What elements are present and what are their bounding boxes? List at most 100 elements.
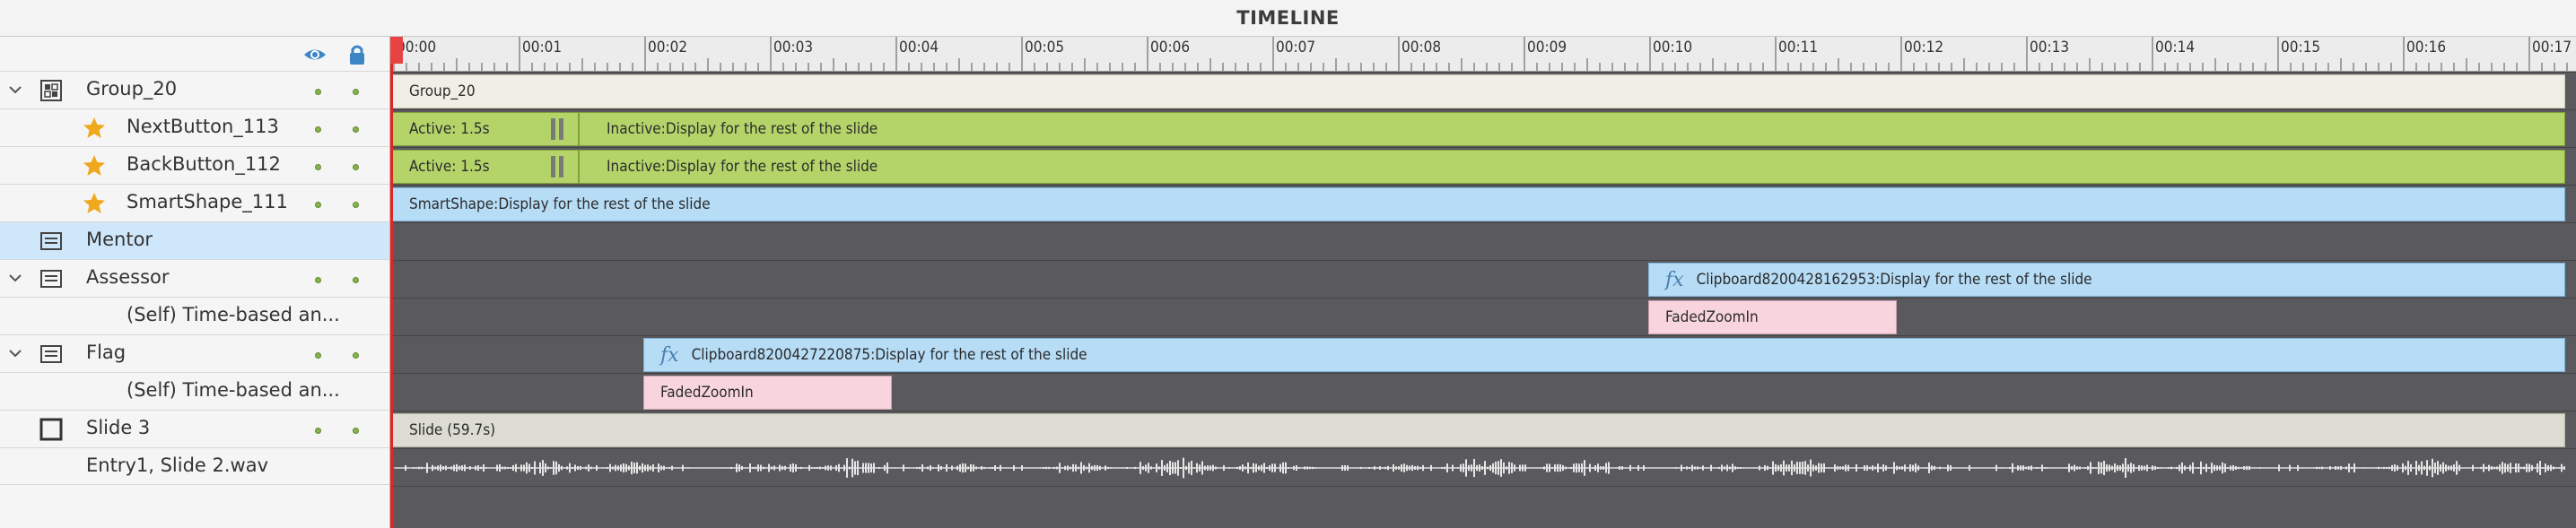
layer-row-smartshape-111[interactable]: SmartShape_111 — [0, 184, 389, 221]
layer-row-assessor[interactable]: Assessor — [0, 259, 389, 297]
layer-list-panel: Group_20 NextButton_113 BackButton_112 S… — [0, 37, 390, 528]
audio-waveform[interactable] — [390, 449, 2576, 487]
visibility-dot[interactable] — [315, 89, 321, 95]
lock-dot[interactable] — [353, 277, 359, 283]
visibility-dot[interactable] — [315, 164, 321, 170]
visibility-dot[interactable] — [315, 352, 321, 359]
chevron-down-icon[interactable] — [7, 82, 23, 98]
group-icon — [40, 80, 62, 101]
timeline-bar-flag[interactable]: fx Clipboard8200427220875:Display for th… — [643, 338, 2565, 372]
visibility-dot[interactable] — [315, 126, 321, 133]
ruler-ticks — [393, 37, 2568, 71]
star-icon — [83, 193, 105, 213]
star-icon — [83, 117, 105, 138]
track-backbutton-112: Active: 1.5s Inactive:Display for the re… — [390, 147, 2576, 185]
bar-inactive-label: Inactive:Display for the rest of the sli… — [607, 120, 878, 138]
ruler-tick-label: 00:13 — [2030, 39, 2070, 56]
lock-dot[interactable] — [353, 126, 359, 133]
track-mentor — [390, 222, 2576, 260]
panel-title-bar: TIMELINE — [0, 0, 2576, 37]
slide-object-icon — [40, 345, 62, 363]
fx-icon: fx — [660, 343, 679, 367]
bar-label: Group_20 — [409, 82, 476, 100]
pause-marker-icon[interactable] — [551, 156, 563, 177]
ruler-tick-label: 00:17 — [2532, 39, 2572, 56]
playhead-handle[interactable] — [390, 37, 403, 64]
layer-label: (Self) Time-based an... — [127, 304, 340, 325]
track-slide-3: Slide (59.7s) — [390, 411, 2576, 448]
layer-row-backbutton-112[interactable]: BackButton_112 — [0, 146, 389, 184]
bar-label: FadedZoomIn — [1665, 308, 1759, 326]
ruler-tick-label: 00:05 — [1025, 39, 1065, 56]
bar-label: Clipboard8200428162953:Display for the r… — [1696, 271, 2092, 289]
layer-row-mentor[interactable]: Mentor — [0, 221, 389, 259]
track-assessor-self: FadedZoomIn — [390, 298, 2576, 335]
ruler-tick-label: 00:01 — [522, 39, 563, 56]
timeline-bar-nextbutton[interactable]: Active: 1.5s Inactive:Display for the re… — [392, 112, 2565, 146]
ruler-tick-label: 00:04 — [899, 39, 939, 56]
lock-dot[interactable] — [353, 352, 359, 359]
track-smartshape-111: SmartShape:Display for the rest of the s… — [390, 185, 2576, 222]
chevron-down-icon[interactable] — [7, 345, 23, 361]
star-icon — [83, 155, 105, 176]
ruler-tick-label: 00:08 — [1402, 39, 1442, 56]
visibility-dot[interactable] — [315, 202, 321, 208]
timeline-bar-group[interactable]: Group_20 — [392, 74, 2565, 108]
ruler-tick-label: 00:11 — [1778, 39, 1819, 56]
layer-row-nextbutton-113[interactable]: NextButton_113 — [0, 108, 389, 146]
lock-dot[interactable] — [353, 164, 359, 170]
chevron-down-icon[interactable] — [7, 270, 23, 286]
bar-active-label: Active: 1.5s — [409, 158, 490, 176]
fx-icon: fx — [1665, 268, 1684, 291]
ruler-tick-label: 00:12 — [1904, 39, 1944, 56]
eye-icon[interactable] — [302, 44, 327, 65]
layer-row-assessor-self[interactable]: (Self) Time-based an... — [0, 297, 389, 334]
ruler-tick-label: 00:06 — [1150, 39, 1191, 56]
timeline-bar-assessor-effect[interactable]: FadedZoomIn — [1648, 300, 1897, 334]
timeline-bar-backbutton[interactable]: Active: 1.5s Inactive:Display for the re… — [392, 150, 2565, 184]
layer-label: (Self) Time-based an... — [127, 379, 340, 401]
track-empty — [390, 486, 2576, 524]
layer-label: Mentor — [86, 229, 153, 250]
layer-label: Assessor — [86, 266, 170, 288]
bar-divider — [578, 113, 580, 145]
bar-inactive-label: Inactive:Display for the rest of the sli… — [607, 158, 878, 176]
track-assessor: fx Clipboard8200428162953:Display for th… — [390, 260, 2576, 298]
layer-row-flag[interactable]: Flag — [0, 334, 389, 372]
layer-row-audio[interactable]: Entry1, Slide 2.wav — [0, 447, 389, 485]
track-nextbutton-113: Active: 1.5s Inactive:Display for the re… — [390, 109, 2576, 147]
track-group-20: Group_20 — [390, 72, 2576, 109]
layer-label: Group_20 — [86, 78, 178, 100]
layer-row-group-20[interactable]: Group_20 — [0, 71, 389, 108]
layer-label: Slide 3 — [86, 417, 151, 438]
timeline-bar-slide[interactable]: Slide (59.7s) — [392, 413, 2565, 447]
playhead-line[interactable] — [390, 37, 393, 528]
layer-row-flag-self[interactable]: (Self) Time-based an... — [0, 372, 389, 410]
slide-object-icon — [40, 232, 62, 250]
bar-label: FadedZoomIn — [660, 384, 754, 402]
layer-label: Entry1, Slide 2.wav — [86, 454, 269, 476]
bar-label: SmartShape:Display for the rest of the s… — [409, 195, 711, 213]
timeline-bar-assessor[interactable]: fx Clipboard8200428162953:Display for th… — [1648, 263, 2565, 297]
bar-active-label: Active: 1.5s — [409, 120, 490, 138]
ruler-tick-label: 00:03 — [773, 39, 814, 56]
timeline-bar-smartshape[interactable]: SmartShape:Display for the rest of the s… — [392, 187, 2565, 221]
layer-list-header — [0, 37, 389, 71]
lock-dot[interactable] — [353, 202, 359, 208]
lock-dot[interactable] — [353, 428, 359, 434]
layer-row-slide-3[interactable]: Slide 3 — [0, 410, 389, 447]
lock-dot[interactable] — [353, 89, 359, 95]
visibility-dot[interactable] — [315, 277, 321, 283]
visibility-dot[interactable] — [315, 428, 321, 434]
ruler-tick-label: 00:09 — [1527, 39, 1567, 56]
slide-object-icon — [40, 270, 62, 288]
layer-label: Flag — [86, 342, 127, 363]
timeline-ruler[interactable]: 00:00 00:01 00:02 00:03 00:04 00:05 00:06 00:07… — [390, 37, 2576, 72]
lock-icon[interactable] — [345, 44, 370, 65]
slide-icon — [39, 418, 63, 441]
pause-marker-icon[interactable] — [551, 118, 563, 140]
ruler-tick-label: 00:14 — [2155, 39, 2196, 56]
timeline-tracks: Group_20 Active: 1.5s Inactive:Display f… — [390, 72, 2576, 528]
bar-label: Slide (59.7s) — [409, 421, 496, 439]
timeline-bar-flag-effect[interactable]: FadedZoomIn — [643, 376, 892, 410]
